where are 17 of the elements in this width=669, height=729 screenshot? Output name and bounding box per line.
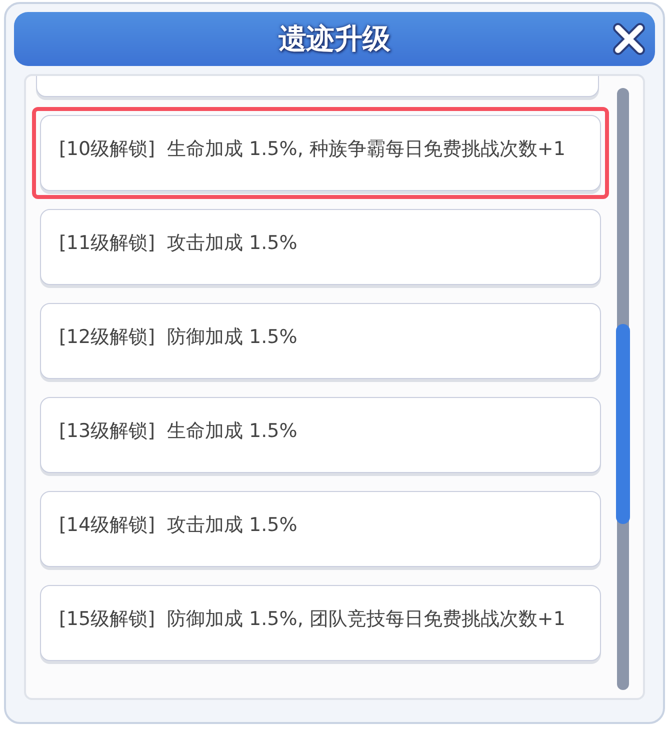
bonus-text: 生命加成 1.5%, 种族争霸每日免费挑战次数+1	[167, 137, 566, 162]
bonus-text: 防御加成 1.5%	[167, 325, 298, 350]
close-icon	[612, 22, 646, 56]
unlock-level-label: [12级解锁]	[59, 325, 156, 350]
window-title: 遗迹升级	[278, 21, 390, 57]
unlock-level-label: [14级解锁]	[59, 513, 156, 538]
unlock-level-label: [10级解锁]	[59, 137, 156, 162]
bonus-text: 攻击加成 1.5%	[167, 513, 298, 538]
bonus-text: 生命加成 1.5%	[167, 419, 298, 444]
unlock-level-label: [13级解锁]	[59, 419, 156, 444]
unlock-level-label: [15级解锁]	[59, 607, 156, 632]
close-button[interactable]	[611, 21, 647, 57]
scrollbar-thumb[interactable]	[616, 324, 630, 524]
bonus-text: 攻击加成 1.5%	[167, 231, 298, 256]
selected-unlock-item[interactable]: [10级解锁] 生命加成 1.5%, 种族争霸每日免费挑战次数+1	[32, 107, 609, 199]
bonus-text: 防御加成 1.5%, 团队竞技每日免费挑战次数+1	[167, 607, 566, 632]
unlock-level-label: [11级解锁]	[59, 231, 156, 256]
